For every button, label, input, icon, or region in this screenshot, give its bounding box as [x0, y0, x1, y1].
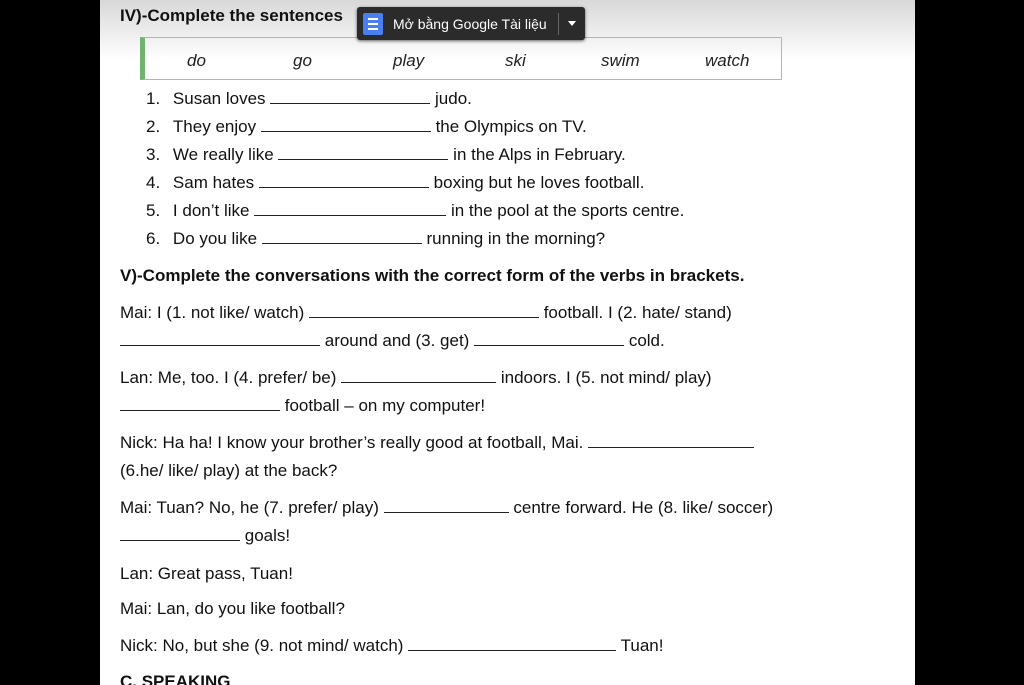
word-ski: ski	[505, 51, 526, 70]
chevron-down-icon[interactable]	[559, 21, 585, 26]
worksheet-page: IV)-Complete the sentences do go play sk…	[100, 0, 915, 685]
conversation-line: Nick: No, but she (9. not mind/ watch) T…	[120, 636, 664, 655]
conversation-line: around and (3. get) cold.	[120, 331, 665, 351]
answer-blank[interactable]	[341, 368, 497, 383]
open-with-label: Mở bằng Google Tài liệu	[393, 15, 547, 32]
conversation-line: Lan: Great pass, Tuan!	[120, 564, 293, 583]
answer-blank[interactable]	[258, 173, 429, 188]
conversation-line: football – on my computer!	[120, 396, 485, 416]
answer-blank[interactable]	[254, 201, 447, 216]
word-go: go	[293, 51, 312, 70]
answer-blank[interactable]	[408, 636, 617, 651]
answer-blank[interactable]	[120, 526, 240, 541]
word-do: do	[187, 51, 206, 70]
sentence-6: 6. Do you like running in the morning?	[146, 229, 606, 248]
answer-blank[interactable]	[120, 331, 320, 346]
sentence-5: 5. I don’t like in the pool at the sport…	[146, 201, 685, 220]
conversation-line: goals!	[120, 526, 290, 546]
conversation-line: (6.he/ like/ play) at the back?	[120, 461, 338, 480]
sentence-2: 2. They enjoy the Olympics on TV.	[146, 117, 587, 136]
word-box: do go play ski swim watch	[140, 37, 782, 80]
conversation-line: Mai: I (1. not like/ watch) football. I …	[120, 303, 732, 322]
answer-blank[interactable]	[474, 331, 625, 346]
conversation-line: Mai: Tuan? No, he (7. prefer/ play) cent…	[120, 498, 774, 517]
conversation-line: Mai: Lan, do you like football?	[120, 599, 345, 618]
section5-heading: V)-Complete the conversations with the c…	[120, 266, 745, 285]
word-play: play	[393, 51, 425, 70]
answer-blank[interactable]	[383, 498, 509, 513]
section4-heading: IV)-Complete the sentences	[120, 6, 343, 25]
answer-blank[interactable]	[261, 229, 422, 244]
sentence-4: 4. Sam hates boxing but he loves footbal…	[146, 173, 645, 192]
section-c-heading: C. SPEAKING	[120, 672, 231, 685]
answer-blank[interactable]	[278, 145, 449, 160]
google-docs-icon	[363, 12, 383, 35]
conversation-line: Nick: Ha ha! I know your brother’s reall…	[120, 433, 755, 453]
answer-blank[interactable]	[588, 433, 755, 448]
word-swim: swim	[601, 51, 640, 70]
word-watch: watch	[705, 51, 750, 70]
answer-blank[interactable]	[270, 89, 431, 104]
answer-blank[interactable]	[120, 396, 280, 411]
conversation-line: Lan: Me, too. I (4. prefer/ be) indoors.…	[120, 368, 712, 387]
answer-blank[interactable]	[308, 303, 539, 318]
sentence-3: 3. We really like in the Alps in Februar…	[146, 145, 626, 164]
sentence-1: 1. Susan loves judo.	[146, 89, 472, 108]
answer-blank[interactable]	[260, 117, 431, 132]
open-with-google-docs-button[interactable]: Mở bằng Google Tài liệu	[357, 7, 585, 40]
